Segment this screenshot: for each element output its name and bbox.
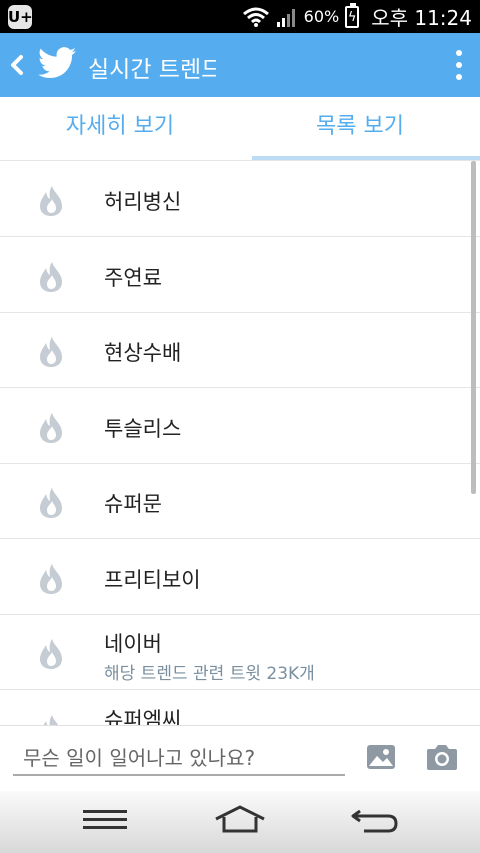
list-item[interactable]: 네이버 해당 트렌드 관련 트윗 23K개	[0, 614, 480, 690]
list-item[interactable]: 주연료	[0, 237, 480, 313]
list-item[interactable]: 슈퍼문	[0, 463, 480, 539]
flame-icon	[40, 564, 62, 594]
tab-list-view[interactable]: 목록 보기	[240, 97, 480, 160]
app-bar: 실시간 트렌드	[0, 33, 480, 97]
trend-name: 현상수배	[104, 341, 182, 365]
trend-name: 투슬리스	[104, 417, 182, 441]
tab-bar: 자세히 보기 목록 보기	[0, 97, 480, 161]
wifi-icon	[242, 7, 269, 27]
battery-icon: ϟ	[345, 2, 360, 28]
tweet-composer: 무슨 일이 일어나고 있나요?	[0, 725, 480, 792]
menu-icon[interactable]	[83, 805, 127, 835]
status-bar: U+ 60% ϟ 오후 11:24	[0, 0, 480, 33]
overflow-menu-icon[interactable]	[456, 50, 464, 82]
list-item[interactable]: 투슬리스	[0, 388, 480, 464]
tweet-input[interactable]: 무슨 일이 일어나고 있나요?	[13, 742, 345, 776]
page-title: 실시간 트렌드	[88, 57, 216, 83]
battery-percent: 60%	[303, 7, 340, 26]
trend-list: 허리병신 주연료 현상수배 투슬리스 슈퍼문 프리티보이 네이버 해당 트렌드 …	[0, 161, 480, 725]
list-item[interactable]: 허리병신	[0, 161, 480, 237]
trend-name: 슈퍼엠씨	[104, 708, 182, 725]
trend-name: 네이버	[104, 632, 162, 656]
list-item[interactable]: 프리티보이	[0, 539, 480, 615]
camera-icon[interactable]	[426, 743, 458, 771]
back-icon[interactable]	[8, 51, 26, 79]
signal-icon	[276, 8, 295, 27]
scrollbar[interactable]	[471, 161, 476, 494]
trend-name: 허리병신	[104, 190, 182, 214]
trend-name: 주연료	[104, 266, 162, 290]
flame-icon	[40, 186, 62, 216]
clock: 오후 11:24	[371, 6, 472, 30]
tab-detail-view[interactable]: 자세히 보기	[0, 97, 240, 160]
twitter-bird-icon	[38, 47, 76, 79]
flame-icon	[40, 639, 62, 669]
system-nav-bar	[0, 791, 480, 853]
trend-tweet-count: 해당 트렌드 관련 트윗 23K개	[104, 664, 315, 684]
flame-icon	[43, 715, 59, 725]
list-item[interactable]: 슈퍼엠씨	[0, 690, 480, 725]
trend-name: 슈퍼문	[104, 492, 162, 516]
list-item[interactable]: 현상수배	[0, 312, 480, 388]
return-icon[interactable]	[350, 805, 400, 835]
image-icon[interactable]	[366, 744, 396, 770]
home-icon[interactable]	[214, 805, 266, 835]
flame-icon	[40, 488, 62, 518]
flame-icon	[40, 337, 62, 367]
flame-icon	[40, 413, 62, 443]
trend-name: 프리티보이	[104, 568, 201, 592]
carrier-badge: U+	[8, 5, 33, 29]
status-right: 60% ϟ 오후 11:24	[242, 0, 472, 33]
flame-icon	[40, 262, 62, 292]
